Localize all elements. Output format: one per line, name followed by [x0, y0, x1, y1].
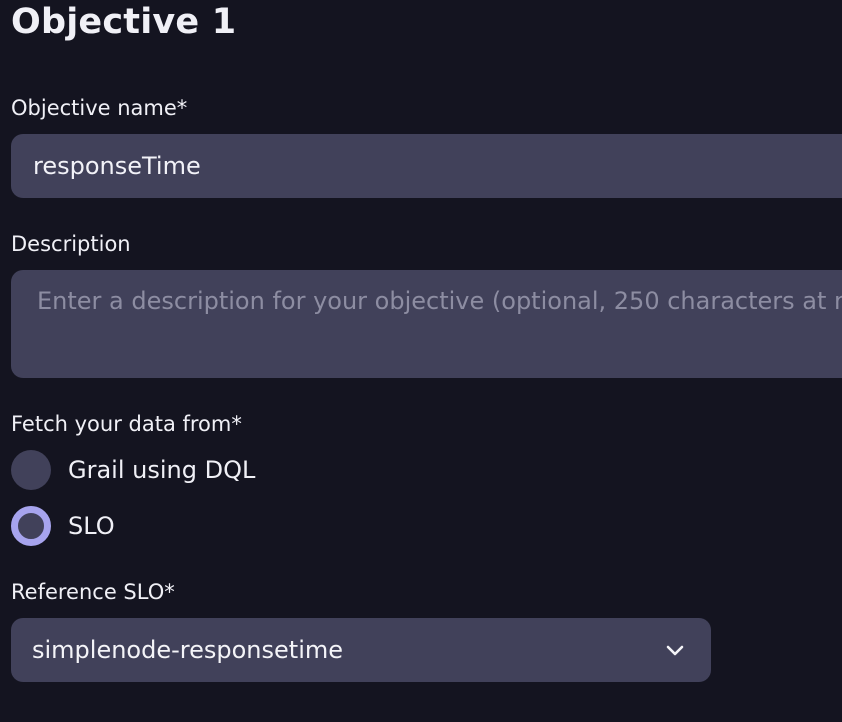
radio-button-checked[interactable] [11, 506, 51, 546]
radio-label-grail: Grail using DQL [68, 456, 256, 484]
reference-slo-label: Reference SLO* [11, 580, 175, 604]
reference-slo-select[interactable]: simplenode-responsetime [11, 618, 711, 682]
description-label: Description [11, 232, 131, 256]
reference-slo-value: simplenode-responsetime [32, 636, 344, 664]
objective-heading: Objective 1 [11, 2, 237, 42]
radio-button-unchecked[interactable] [11, 450, 51, 490]
description-textarea[interactable]: Enter a description for your objective (… [11, 270, 842, 378]
radio-option-slo[interactable]: SLO [11, 506, 115, 546]
fetch-source-label: Fetch your data from* [11, 412, 242, 436]
chevron-down-icon[interactable] [663, 638, 687, 662]
description-placeholder: Enter a description for your objective (… [37, 287, 842, 315]
objective-name-label: Objective name* [11, 96, 188, 120]
radio-option-grail[interactable]: Grail using DQL [11, 450, 255, 490]
radio-label-slo: SLO [68, 512, 115, 540]
objective-form: Objective 1 Objective name* responseTime… [0, 0, 842, 722]
objective-name-value: responseTime [33, 152, 201, 180]
objective-name-input[interactable]: responseTime [11, 134, 842, 198]
